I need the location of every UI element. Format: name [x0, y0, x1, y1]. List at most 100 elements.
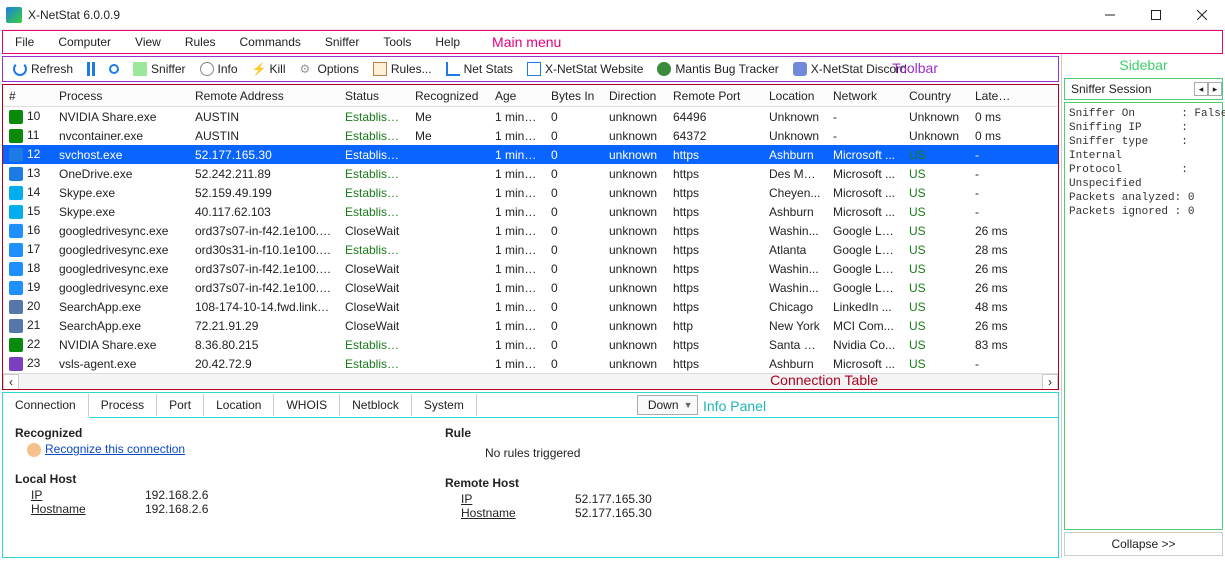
table-header: # Process Remote Address Status Recogniz… [3, 85, 1058, 107]
sniffer-icon [133, 62, 147, 76]
tab-connection[interactable]: Connection [3, 394, 89, 418]
sidebar-scroll-left-icon[interactable]: ◂ [1194, 82, 1208, 96]
info-tabs: Connection Process Port Location WHOIS N… [2, 392, 1059, 418]
table-row[interactable]: 19googledrivesync.exeord37s07-in-f42.1e1… [3, 278, 1058, 297]
website-button[interactable]: X-NetStat Website [521, 60, 649, 78]
refresh-label: Refresh [31, 62, 73, 76]
sidebar-body: Sniffer On : False Sniffing IP : Sniffer… [1064, 102, 1223, 530]
netstats-button[interactable]: Net Stats [440, 60, 519, 78]
tab-location[interactable]: Location [204, 394, 274, 416]
search-icon [109, 64, 119, 74]
header-location[interactable]: Location [763, 87, 827, 105]
table-row[interactable]: 14Skype.exe52.159.49.199Established1 min… [3, 183, 1058, 202]
tab-system[interactable]: System [412, 394, 477, 416]
heading-remote-host: Remote Host [445, 476, 1046, 490]
close-button[interactable] [1179, 0, 1225, 30]
annotation-toolbar: Toolbar [892, 60, 938, 76]
toolbar: Refresh Sniffer Info ⚡ Kill ⚙ Options Rule… [2, 56, 1059, 82]
titlebar: X-NetStat 6.0.0.9 [0, 0, 1225, 30]
tab-process[interactable]: Process [89, 394, 157, 416]
local-hostname-value: 192.168.2.6 [145, 502, 208, 516]
table-row[interactable]: 17googledrivesync.exeord30s31-in-f10.1e1… [3, 240, 1058, 259]
tab-whois[interactable]: WHOIS [274, 394, 340, 416]
rules-button[interactable]: Rules... [367, 60, 438, 78]
header-latency[interactable]: Latency [969, 87, 1023, 105]
header-status[interactable]: Status [339, 87, 409, 105]
sidebar-scroll-right-icon[interactable]: ▸ [1208, 82, 1222, 96]
discord-icon [793, 62, 807, 76]
search-button[interactable] [103, 62, 125, 76]
table-row[interactable]: 18googledrivesync.exeord37s07-in-f42.1e1… [3, 259, 1058, 278]
info-icon [200, 62, 214, 76]
mantis-label: Mantis Bug Tracker [675, 62, 778, 76]
table-row[interactable]: 21SearchApp.exe72.21.91.29CloseWait1 min… [3, 316, 1058, 335]
menu-tools[interactable]: Tools [371, 32, 423, 52]
gear-icon: ⚙ [300, 62, 314, 76]
heading-local-host: Local Host [15, 472, 435, 486]
menu-commands[interactable]: Commands [228, 32, 313, 52]
info-button[interactable]: Info [194, 60, 244, 78]
header-age[interactable]: Age [489, 87, 545, 105]
annotation-connection-table: Connection Table [770, 372, 878, 388]
kill-label: Kill [270, 62, 286, 76]
header-direction[interactable]: Direction [603, 87, 667, 105]
menu-sniffer[interactable]: Sniffer [313, 32, 371, 52]
scroll-right-icon[interactable]: › [1042, 374, 1058, 390]
remote-ip-label: IP [461, 492, 551, 506]
header-bytes-in[interactable]: Bytes In [545, 87, 603, 105]
scroll-track[interactable] [19, 374, 1042, 390]
header-country[interactable]: Country [903, 87, 969, 105]
table-row[interactable]: 15Skype.exe40.117.62.103Established1 min… [3, 202, 1058, 221]
maximize-button[interactable] [1133, 0, 1179, 30]
table-row[interactable]: 20SearchApp.exe108-174-10-14.fwd.linke..… [3, 297, 1058, 316]
scroll-left-icon[interactable]: ‹ [3, 374, 19, 390]
header-recognized[interactable]: Recognized [409, 87, 489, 105]
table-row[interactable]: 16googledrivesync.exeord37s07-in-f42.1e1… [3, 221, 1058, 240]
header-num[interactable]: # [3, 87, 53, 105]
sniffer-button[interactable]: Sniffer [127, 60, 191, 78]
table-row[interactable]: 13OneDrive.exe52.242.211.89Established1 … [3, 164, 1058, 183]
header-network[interactable]: Network [827, 87, 903, 105]
kill-button[interactable]: ⚡ Kill [246, 60, 292, 78]
recognize-link[interactable]: Recognize this connection [15, 442, 435, 456]
app-icon [6, 7, 22, 23]
window-title: X-NetStat 6.0.0.9 [28, 8, 120, 22]
header-remote-address[interactable]: Remote Address [189, 87, 339, 105]
menu-help[interactable]: Help [423, 32, 472, 52]
mantis-button[interactable]: Mantis Bug Tracker [651, 60, 784, 78]
rules-label: Rules... [391, 62, 432, 76]
remote-ip-value: 52.177.165.30 [575, 492, 652, 506]
pause-button[interactable] [81, 60, 101, 78]
refresh-button[interactable]: Refresh [7, 60, 79, 78]
collapse-button[interactable]: Collapse >> [1064, 532, 1223, 556]
menu-view[interactable]: View [123, 32, 173, 52]
header-process[interactable]: Process [53, 87, 189, 105]
annotation-info-panel: Info Panel [703, 398, 766, 414]
rule-none: No rules triggered [445, 442, 1046, 460]
table-body[interactable]: 10NVIDIA Share.exeAUSTINEstablishedMe1 m… [3, 107, 1058, 373]
netstats-label: Net Stats [464, 62, 513, 76]
sidebar-header: Sniffer Session ◂ ▸ [1064, 78, 1223, 100]
table-row[interactable]: 11nvcontainer.exeAUSTINEstablishedMe1 mi… [3, 126, 1058, 145]
annotation-sidebar: Sidebar [1062, 54, 1225, 76]
table-row[interactable]: 10NVIDIA Share.exeAUSTINEstablishedMe1 m… [3, 107, 1058, 126]
horizontal-scrollbar[interactable]: ‹ › [3, 373, 1058, 389]
sidebar-title: Sniffer Session [1071, 82, 1152, 96]
header-remote-port[interactable]: Remote Port [667, 87, 763, 105]
table-row[interactable]: 22NVIDIA Share.exe8.36.80.215Established… [3, 335, 1058, 354]
options-label: Options [318, 62, 359, 76]
table-row[interactable]: 12svchost.exe52.177.165.30Established1 m… [3, 145, 1058, 164]
sidebar: Sidebar Sniffer Session ◂ ▸ Sniffer On :… [1061, 54, 1225, 558]
local-ip-value: 192.168.2.6 [145, 488, 208, 502]
tab-netblock[interactable]: Netblock [340, 394, 412, 416]
menu-computer[interactable]: Computer [46, 32, 123, 52]
minimize-button[interactable] [1087, 0, 1133, 30]
table-row[interactable]: 23vsls-agent.exe20.42.72.9Established1 m… [3, 354, 1058, 373]
down-button[interactable]: Down [637, 395, 698, 415]
menu-rules[interactable]: Rules [173, 32, 228, 52]
options-button[interactable]: ⚙ Options [294, 60, 365, 78]
menu-file[interactable]: File [3, 32, 46, 52]
clipboard-icon [373, 62, 387, 76]
tab-port[interactable]: Port [157, 394, 204, 416]
bolt-icon: ⚡ [252, 62, 266, 76]
